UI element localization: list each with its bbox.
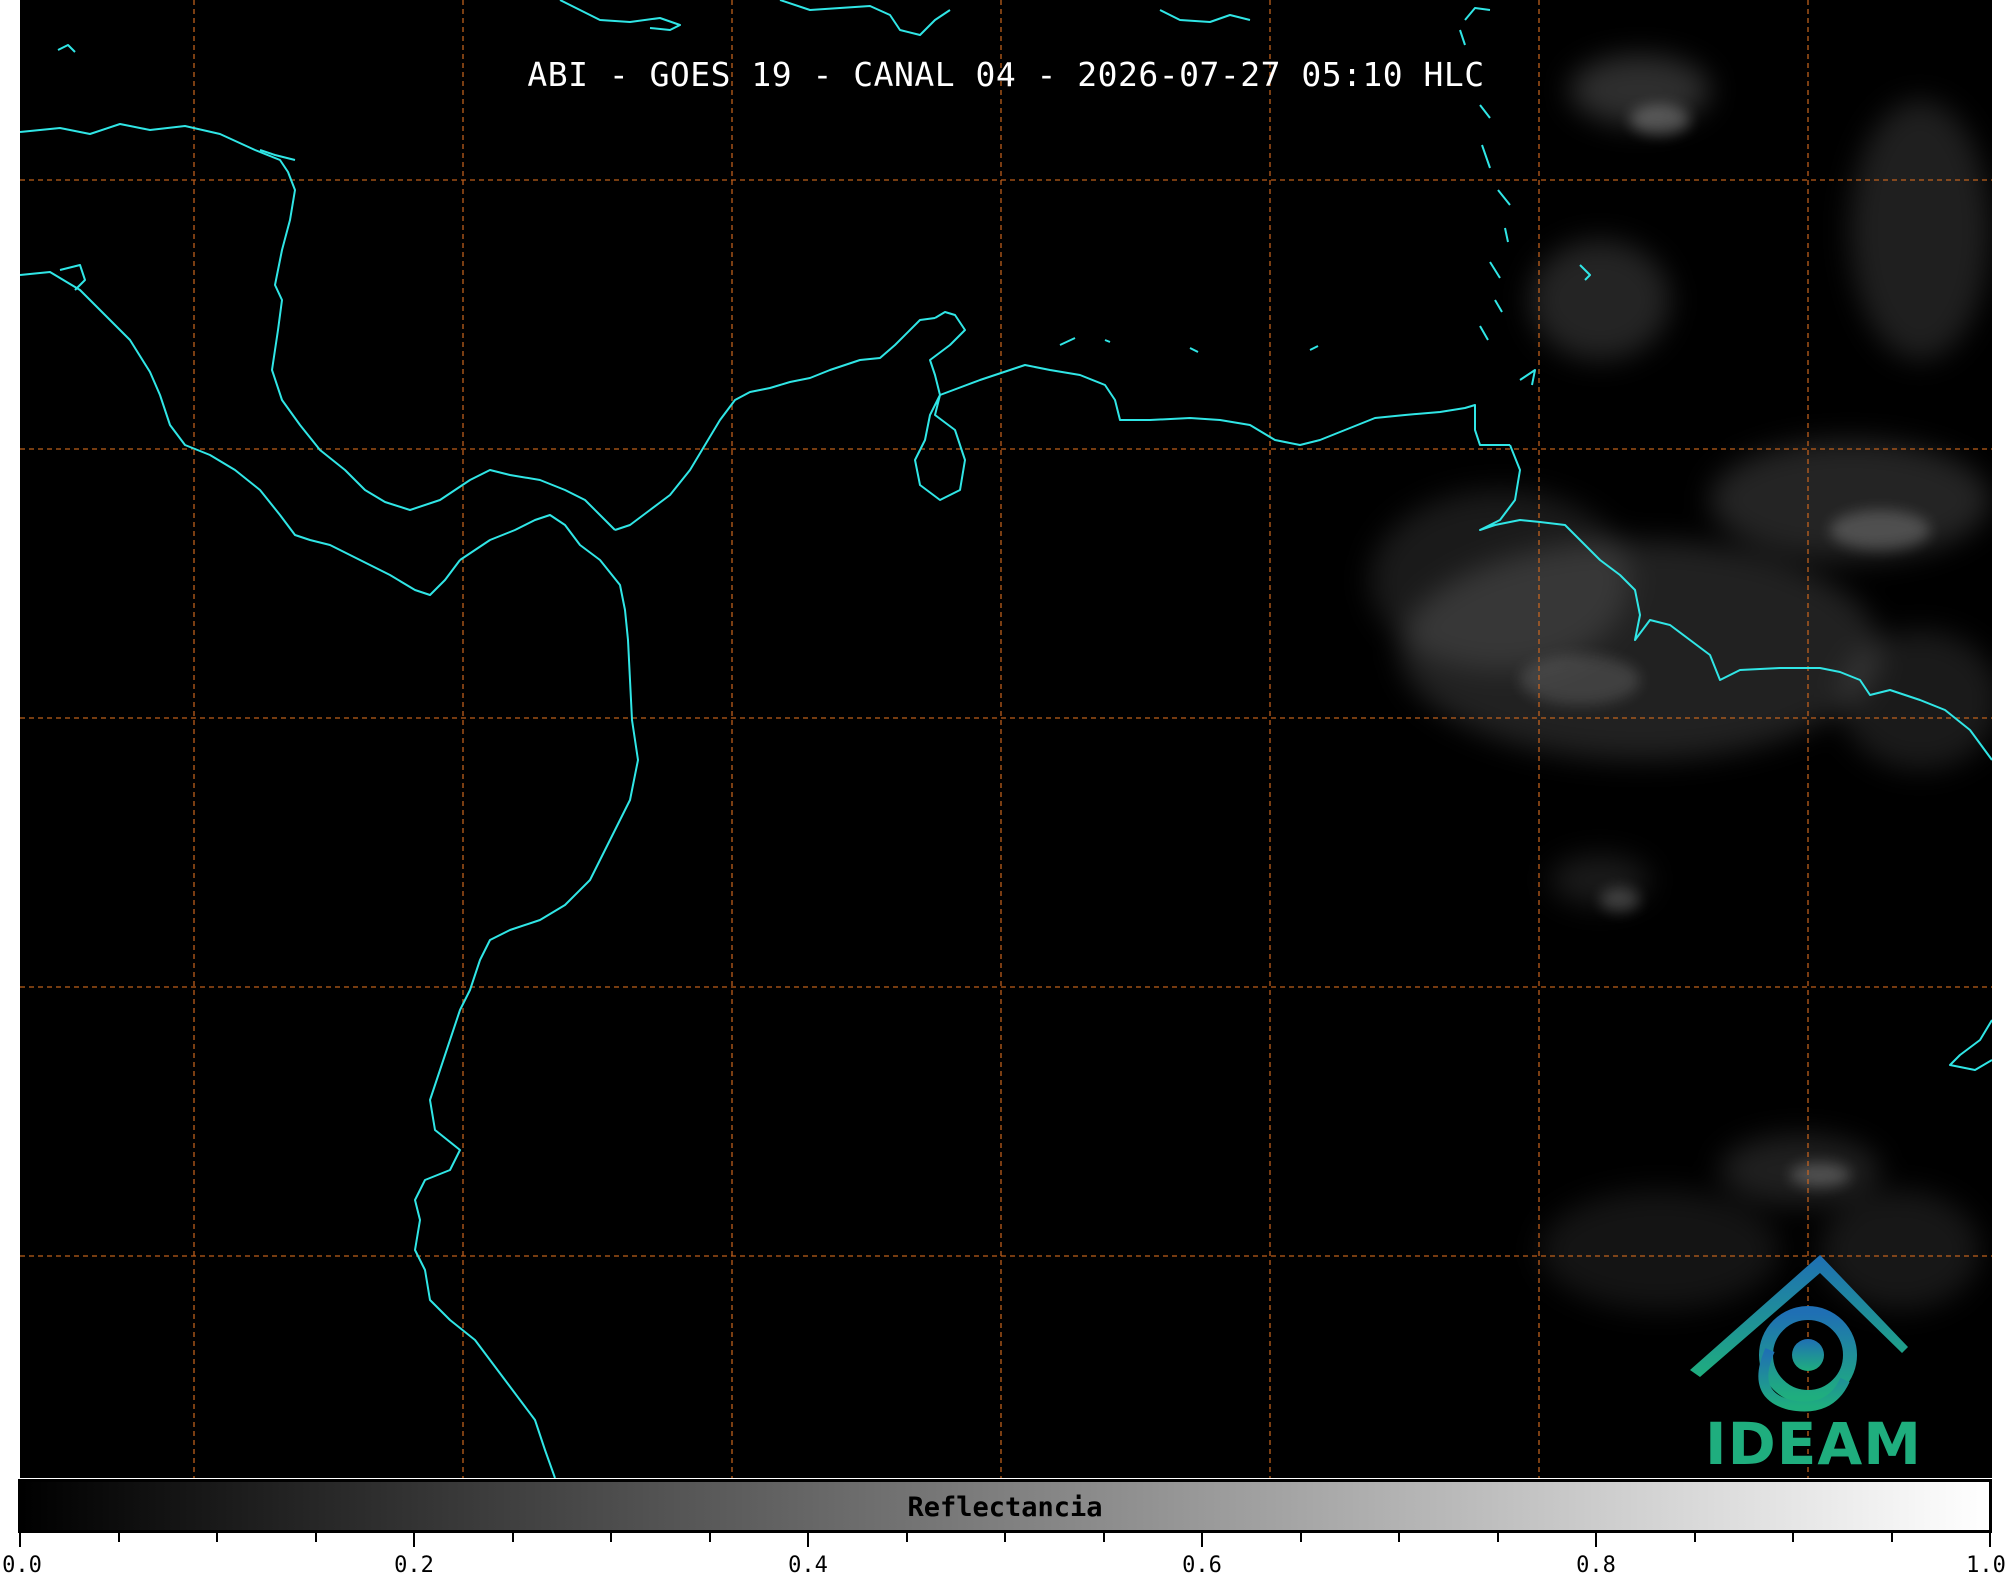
coastline-caribbean-sa: [914, 311, 1510, 501]
colorbar-minor-tick: [1004, 1533, 1006, 1542]
colorbar-minor-tick: [708, 1533, 711, 1542]
coastline-pacific-ca: [20, 271, 461, 596]
cloud-layer: [1370, 55, 1992, 1310]
colorbar-label: Reflectancia: [907, 1492, 1103, 1523]
colorbar-minor-tick: [1792, 1533, 1794, 1542]
map-title: ABI - GOES 19 - CANAL 04 - 2026-07-27 05…: [527, 55, 1485, 94]
island-cuba: [559, 0, 681, 31]
colorbar-tick-label: 0.6: [1182, 1553, 1222, 1578]
colorbar-tick-label: 0.2: [394, 1553, 434, 1578]
colorbar-minor-tick: [905, 1533, 908, 1542]
colorbar-major-tick: [413, 1533, 415, 1547]
coastline-guyana: [1949, 1019, 1992, 1071]
ideam-logo-text: IDEAM: [1705, 1410, 1922, 1478]
map-canvas: [20, 0, 1992, 1478]
colorbar-minor-tick: [216, 1533, 218, 1542]
colorbar-tick-label: 1.0: [1966, 1553, 2006, 1578]
colorbar: Reflectancia: [18, 1479, 1992, 1533]
colorbar-major-tick: [1201, 1533, 1203, 1547]
island-hispaniola: [779, 0, 951, 36]
colorbar-minor-tick: [1693, 1533, 1696, 1542]
colorbar-tick-label: 0.4: [788, 1553, 828, 1578]
island-jamaica: [1464, 7, 1491, 21]
colorbar-minor-tick: [1299, 1533, 1302, 1542]
coastline-honduras-north: [614, 317, 936, 531]
colorbar-minor-tick: [1496, 1533, 1499, 1542]
colorbar-major-tick: [1595, 1533, 1597, 1547]
satellite-map: ABI - GOES 19 - CANAL 04 - 2026-07-27 05…: [20, 0, 1992, 1478]
colorbar-tick-label: 0.8: [1576, 1553, 1616, 1578]
colorbar-minor-tick: [1890, 1533, 1893, 1542]
colorbar-major-tick: [19, 1533, 21, 1547]
coastline-yucatan: [20, 123, 616, 531]
colorbar-minor-tick: [610, 1533, 612, 1542]
colorbar-minor-tick: [314, 1533, 317, 1542]
colorbar-tick-label: 0.0: [2, 1553, 42, 1578]
colorbar-minor-tick: [117, 1533, 120, 1542]
colorbar-minor-tick: [1398, 1533, 1400, 1542]
coastline-panama: [414, 514, 639, 1478]
colorbar-minor-tick: [511, 1533, 514, 1542]
island-aruba-curacao: [1059, 337, 1319, 353]
colorbar-minor-tick: [1102, 1533, 1105, 1542]
colorbar-ticks: 0.0 0.2 0.4 0.6 0.8 1.0: [0, 1533, 2011, 1578]
colorbar-major-tick: [807, 1533, 809, 1547]
colorbar-major-tick: [1989, 1533, 1991, 1547]
island-puertorico: [1159, 9, 1251, 23]
